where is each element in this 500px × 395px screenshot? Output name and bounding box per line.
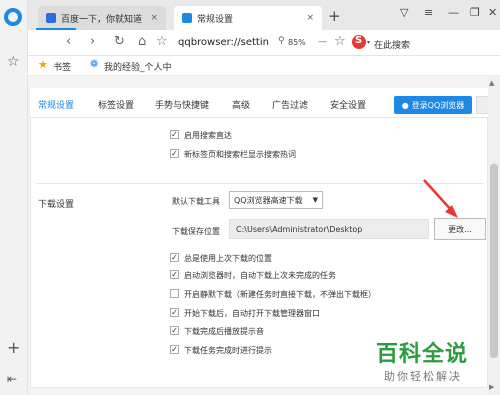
watermark-logo: 百科全说 [376,342,469,367]
watermark-tagline: 助你轻松解决 [384,370,462,383]
